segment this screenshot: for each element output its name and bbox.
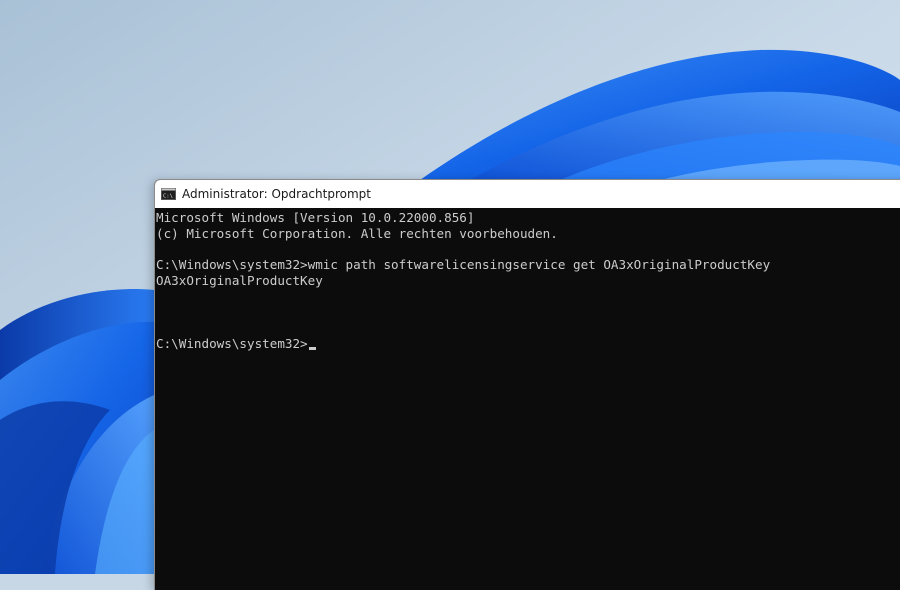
- title-bar[interactable]: C:\ Administrator: Opdrachtprompt: [155, 180, 900, 208]
- console-output[interactable]: Microsoft Windows [Version 10.0.22000.85…: [155, 208, 900, 352]
- console-line: C:\Windows\system32>wmic path softwareli…: [156, 257, 771, 273]
- prompt-text: C:\Windows\system32>: [156, 336, 308, 352]
- command-prompt-window[interactable]: C:\ Administrator: Opdrachtprompt Micros…: [154, 179, 900, 590]
- svg-text:C:\: C:\: [163, 194, 173, 200]
- command-prompt-line[interactable]: C:\Windows\system32>: [156, 336, 900, 352]
- console-line: Microsoft Windows [Version 10.0.22000.85…: [156, 210, 475, 225]
- cmd-icon: C:\: [161, 188, 176, 200]
- window-title: Administrator: Opdrachtprompt: [182, 187, 371, 201]
- console-line: (c) Microsoft Corporation. Alle rechten …: [156, 225, 558, 241]
- text-cursor: [308, 347, 316, 351]
- console-line: OA3xOriginalProductKey: [156, 273, 323, 289]
